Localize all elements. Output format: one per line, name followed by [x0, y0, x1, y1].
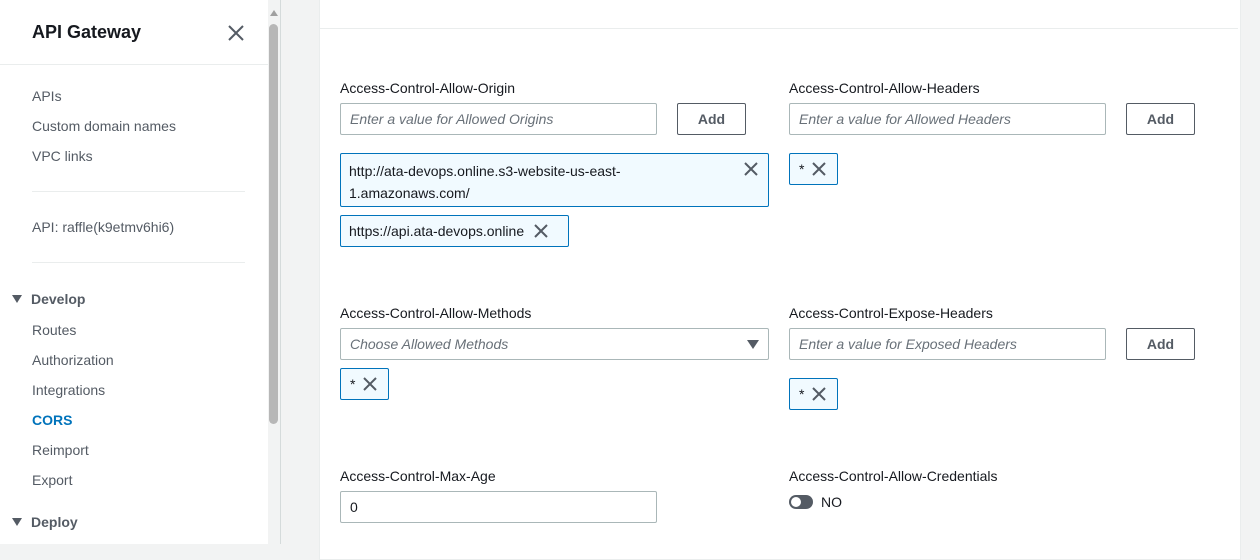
token-label: * [799, 161, 805, 177]
token-label: https://api.ata-devops.online [349, 223, 525, 239]
divider [32, 262, 245, 263]
add-header-button[interactable]: Add [1126, 103, 1195, 135]
max-age-input[interactable] [340, 491, 657, 523]
divider [320, 28, 1238, 29]
allow-headers-label: Access-Control-Allow-Headers [789, 80, 980, 96]
side-navigation: API Gateway APIs Custom domain names VPC… [0, 0, 268, 544]
nav-link-integrations[interactable]: Integrations [32, 382, 105, 398]
expose-headers-label: Access-Control-Expose-Headers [789, 305, 993, 321]
allow-origin-label: Access-Control-Allow-Origin [340, 80, 516, 96]
origin-token: https://api.ata-devops.online [340, 215, 569, 247]
allow-credentials-label: Access-Control-Allow-Credentials [789, 468, 998, 484]
nav-link-vpc-links[interactable]: VPC links [32, 148, 93, 164]
token-label: * [799, 386, 805, 402]
allow-methods-label: Access-Control-Allow-Methods [340, 305, 532, 321]
caret-down-icon [12, 295, 22, 303]
remove-token-icon[interactable] [810, 160, 828, 178]
allow-headers-input[interactable] [789, 103, 1106, 135]
close-icon[interactable] [226, 23, 246, 43]
nav-section-label: Deploy [31, 514, 78, 530]
nav-link-routes[interactable]: Routes [32, 322, 76, 338]
allow-origin-input[interactable] [340, 103, 657, 135]
add-origin-button[interactable]: Add [677, 103, 746, 135]
sidebar-scrollbar[interactable] [268, 0, 281, 544]
allow-methods-select[interactable]: Choose Allowed Methods [340, 328, 769, 360]
remove-token-icon[interactable] [810, 385, 828, 403]
divider [32, 191, 245, 192]
scroll-up-arrow-icon[interactable] [270, 10, 278, 16]
origin-token: http://ata-devops.online.s3-website-us-e… [340, 153, 769, 207]
scrollbar-thumb[interactable] [269, 24, 278, 424]
nav-section-develop[interactable]: Develop [12, 291, 85, 307]
nav-link-apis[interactable]: APIs [32, 88, 62, 104]
header-token: * [789, 153, 838, 185]
caret-down-icon [747, 339, 759, 349]
select-placeholder: Choose Allowed Methods [350, 336, 509, 352]
nav-link-reimport[interactable]: Reimport [32, 442, 89, 458]
nav-link-cors[interactable]: CORS [32, 412, 72, 428]
token-label: http://ata-devops.online.s3-website-us-e… [349, 163, 621, 201]
divider [0, 64, 268, 65]
nav-link-custom-domain-names[interactable]: Custom domain names [32, 118, 176, 134]
nav-link-authorization[interactable]: Authorization [32, 352, 114, 368]
allow-credentials-toggle[interactable] [789, 495, 813, 509]
nav-section-deploy[interactable]: Deploy [12, 514, 78, 530]
max-age-label: Access-Control-Max-Age [340, 468, 496, 484]
remove-token-icon[interactable] [361, 375, 379, 393]
expose-headers-input[interactable] [789, 328, 1106, 360]
token-label: * [350, 376, 356, 392]
allow-credentials-state: NO [821, 494, 842, 510]
nav-link-current-api[interactable]: API: raffle(k9etmv6hi6) [32, 219, 174, 235]
caret-down-icon [12, 518, 22, 526]
nav-link-export[interactable]: Export [32, 472, 72, 488]
service-title: API Gateway [32, 22, 142, 42]
remove-token-icon[interactable] [532, 222, 550, 240]
expose-header-token: * [789, 378, 838, 410]
remove-token-icon[interactable] [742, 160, 760, 178]
add-expose-header-button[interactable]: Add [1126, 328, 1195, 360]
method-token: * [340, 368, 389, 400]
nav-section-label: Develop [31, 291, 86, 307]
